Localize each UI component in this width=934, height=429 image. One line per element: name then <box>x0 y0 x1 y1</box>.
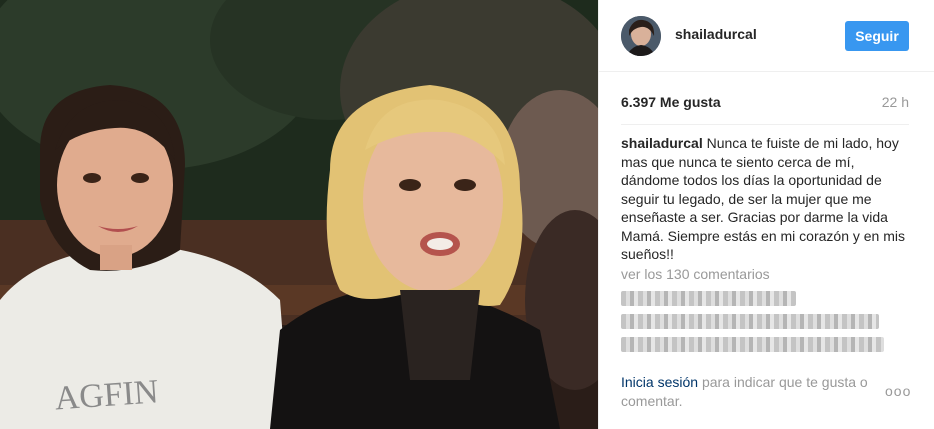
caption-username[interactable]: shailadurcal <box>621 135 703 151</box>
username-link[interactable]: shailadurcal <box>675 26 757 42</box>
post-meta: 6.397 Me gusta 22 h <box>621 94 909 112</box>
login-prompt: Inicia sesión para indicar que te gusta … <box>621 373 881 411</box>
view-comments-link[interactable]: ver los 130 comentarios <box>621 266 770 282</box>
blurred-comment-line <box>621 291 796 306</box>
post-side-panel: shailadurcal Seguir 6.397 Me gusta 22 h … <box>598 0 934 429</box>
avatar[interactable] <box>621 16 661 56</box>
likes-count[interactable]: 6.397 Me gusta <box>621 94 721 110</box>
login-link[interactable]: Inicia sesión <box>621 374 698 390</box>
more-options-icon[interactable]: ooo <box>885 383 911 399</box>
post-header: shailadurcal Seguir <box>599 0 934 72</box>
follow-button[interactable]: Seguir <box>845 21 909 51</box>
post-photo[interactable]: AGFIN <box>0 0 598 429</box>
caption-text: Nunca te fuiste de mi lado, hoy mas que … <box>621 135 905 262</box>
blurred-comment-line <box>621 314 879 329</box>
avatar-image <box>621 16 661 56</box>
svg-text:AGFIN: AGFIN <box>53 373 159 417</box>
divider <box>621 124 909 125</box>
post-caption: shailadurcal Nunca te fuiste de mi lado,… <box>621 134 915 264</box>
photo-illustration: AGFIN <box>0 0 598 429</box>
blurred-comment-line <box>621 337 884 352</box>
post-time[interactable]: 22 h <box>882 94 909 110</box>
